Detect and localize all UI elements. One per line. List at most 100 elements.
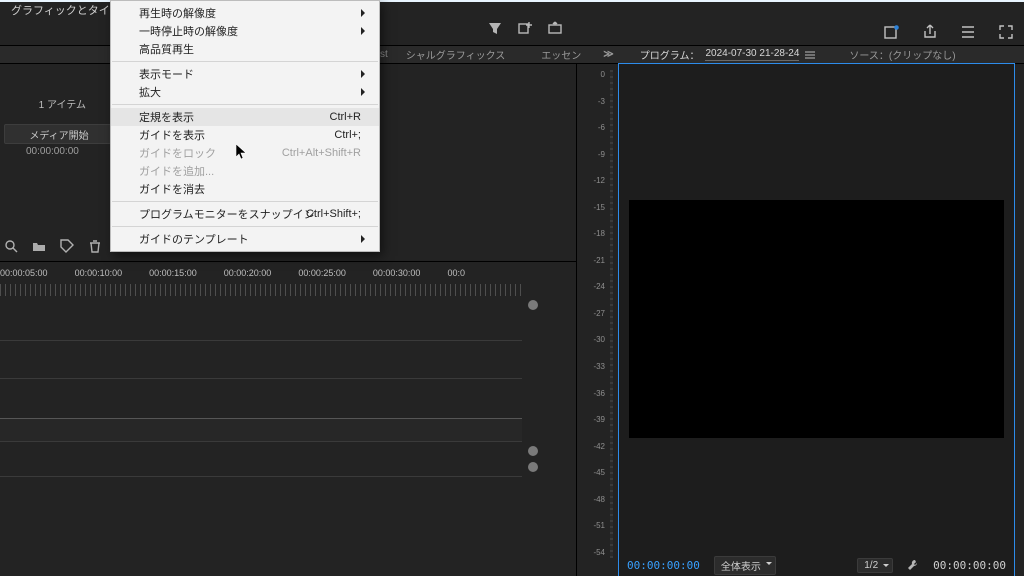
menu-item[interactable]: 再生時の解像度 xyxy=(111,4,379,22)
menu-item-label: ガイドを表示 xyxy=(139,127,205,143)
meter-mark: 0 xyxy=(585,70,605,80)
workspace-tab-partial[interactable]: st xyxy=(380,49,388,60)
submenu-arrow-icon xyxy=(361,88,369,96)
meter-mark: -33 xyxy=(585,362,605,372)
menu-item-accel: Ctrl+R xyxy=(330,111,361,123)
meter-mark: -27 xyxy=(585,309,605,319)
ruler-label: 00:00:30:00 xyxy=(373,268,448,282)
meter-mark: -12 xyxy=(585,176,605,186)
program-viewer[interactable] xyxy=(629,200,1004,438)
menu-item-accel: Ctrl+Shift+; xyxy=(306,208,361,220)
meter-mark: -48 xyxy=(585,495,605,505)
menu-item-label: ガイドを追加... xyxy=(139,163,214,179)
meter-mark: -45 xyxy=(585,468,605,478)
program-zoom-dropdown[interactable]: 1/2 xyxy=(857,558,893,573)
meter-mark: -9 xyxy=(585,150,605,160)
menu-item[interactable]: 拡大 xyxy=(111,83,379,101)
ruler-label: 00:00:05:00 xyxy=(0,268,75,282)
program-timecode-out: 00:00:00:00 xyxy=(933,559,1006,572)
new-item-icon[interactable] xyxy=(518,21,532,35)
fullscreen-icon[interactable] xyxy=(998,24,1014,40)
label-icon[interactable] xyxy=(60,239,74,253)
program-footer: 00:00:00:00 全体表示 1/2 00:00:00:00 xyxy=(627,556,1006,574)
menu-item-label: 拡大 xyxy=(139,84,161,100)
workspace-tabs-more-icon[interactable]: ≫ xyxy=(599,49,617,60)
menu-item-label: プログラムモニターをスナップイン xyxy=(139,206,315,222)
meter-mark: -36 xyxy=(585,389,605,399)
menu-item-label: ガイドをロック xyxy=(139,145,216,161)
submenu-arrow-icon xyxy=(361,9,369,17)
menu-item[interactable]: ガイドのテンプレート xyxy=(111,230,379,248)
meter-mark: -24 xyxy=(585,282,605,292)
project-column-media-start[interactable]: メディア開始 xyxy=(4,124,114,144)
program-sequence-name: 2024-07-30 21-28-24 xyxy=(705,48,799,61)
trash-icon[interactable] xyxy=(88,239,102,253)
timeline-toolbar xyxy=(488,21,562,35)
meter-mark: -54 xyxy=(585,548,605,558)
program-fit-dropdown[interactable]: 全体表示 xyxy=(714,556,776,575)
menu-item-accel: Ctrl+; xyxy=(334,129,361,141)
timeline-tracks[interactable] xyxy=(0,300,522,576)
program-panel-tab[interactable]: プログラム： 2024-07-30 21-28-24 xyxy=(640,47,816,62)
program-timecode-in[interactable]: 00:00:00:00 xyxy=(627,559,700,572)
project-item-timecode: 00:00:00:00 xyxy=(26,146,79,157)
timeline-ruler[interactable]: 00:00:05:0000:00:10:0000:00:15:0000:00:2… xyxy=(0,268,522,298)
menu-item-label: 表示モード xyxy=(139,66,194,82)
menu-item-label: 再生時の解像度 xyxy=(139,5,216,21)
audio-meter: 0 -3 -6 -9 -12 -15 -18 -21 -24 -27 -30 -33 -36 -39 -42… xyxy=(585,70,609,558)
project-toolbar xyxy=(4,239,102,253)
menu-item-label: 定規を表示 xyxy=(139,109,194,125)
ruler-label: 00:00:20:00 xyxy=(224,268,299,282)
menu-item[interactable]: ガイドを表示 Ctrl+; xyxy=(111,126,379,144)
menu-separator xyxy=(112,201,378,202)
meter-mark: -18 xyxy=(585,229,605,239)
timeline-vscroll[interactable] xyxy=(526,300,540,564)
menu-item[interactable]: 一時停止時の解像度 xyxy=(111,22,379,40)
workspace-tab-essential[interactable]: エッセン xyxy=(523,47,599,62)
menu-item-label: 高品質再生 xyxy=(139,41,194,57)
meter-mark: -15 xyxy=(585,203,605,213)
program-monitor: 00:00:00:00 全体表示 1/2 00:00:00:00 xyxy=(619,64,1014,576)
submenu-arrow-icon xyxy=(361,27,369,35)
menu-item[interactable]: 表示モード xyxy=(111,65,379,83)
ruler-label: 00:00:15:00 xyxy=(149,268,224,282)
meter-mark: -39 xyxy=(585,415,605,425)
folder-icon[interactable] xyxy=(32,239,46,253)
workspace-menu-icon[interactable] xyxy=(960,24,976,40)
meter-mark: -30 xyxy=(585,335,605,345)
meter-mark: -42 xyxy=(585,442,605,452)
source-panel-tab[interactable]: ソース：(クリップなし) xyxy=(849,47,955,62)
menu-item: ガイドを追加... xyxy=(111,162,379,180)
menu-item[interactable]: プログラムモニターをスナップインCtrl+Shift+; xyxy=(111,205,379,223)
menu-item[interactable]: ガイドを消去 xyxy=(111,180,379,198)
menu-item: ガイドをロック Ctrl+Alt+Shift+R xyxy=(111,144,379,162)
ruler-label: 00:00:10:00 xyxy=(75,268,150,282)
menu-separator xyxy=(112,226,378,227)
menu-item-label: ガイドを消去 xyxy=(139,181,205,197)
submenu-arrow-icon xyxy=(361,235,369,243)
menu-item-label: 一時停止時の解像度 xyxy=(139,23,238,39)
menu-item[interactable]: 定規を表示 Ctrl+R xyxy=(111,108,379,126)
workspace-tab-graphics[interactable]: シャルグラフィックス xyxy=(388,47,524,62)
menu-separator xyxy=(112,104,378,105)
panel-menu-icon[interactable] xyxy=(805,51,815,59)
meter-mark: -3 xyxy=(585,97,605,107)
menu-item-accel: Ctrl+Alt+Shift+R xyxy=(282,147,361,159)
search-icon[interactable] xyxy=(4,239,18,253)
share-icon[interactable] xyxy=(922,24,938,40)
ruler-label: 00:00:25:00 xyxy=(298,268,373,282)
menu-item[interactable]: 高品質再生 xyxy=(111,40,379,58)
filter-icon[interactable] xyxy=(488,21,502,35)
project-item-count: 1 アイテム xyxy=(39,96,86,111)
export-frame-icon[interactable] xyxy=(548,21,562,35)
quick-export-icon[interactable] xyxy=(884,24,900,40)
meter-mark: -51 xyxy=(585,521,605,531)
meter-mark: -6 xyxy=(585,123,605,133)
menu-separator xyxy=(112,61,378,62)
meter-mark: -21 xyxy=(585,256,605,266)
wrench-icon[interactable] xyxy=(907,559,919,571)
view-menu-dropdown[interactable]: 再生時の解像度一時停止時の解像度高品質再生表示モード拡大定規を表示 Ctrl+R ガ… xyxy=(110,0,380,252)
menu-item-label: ガイドのテンプレート xyxy=(139,231,249,247)
ruler-label: 00:0 xyxy=(447,268,522,282)
timeline-panel[interactable]: 00:00:05:0000:00:10:0000:00:15:0000:00:2… xyxy=(0,262,576,576)
